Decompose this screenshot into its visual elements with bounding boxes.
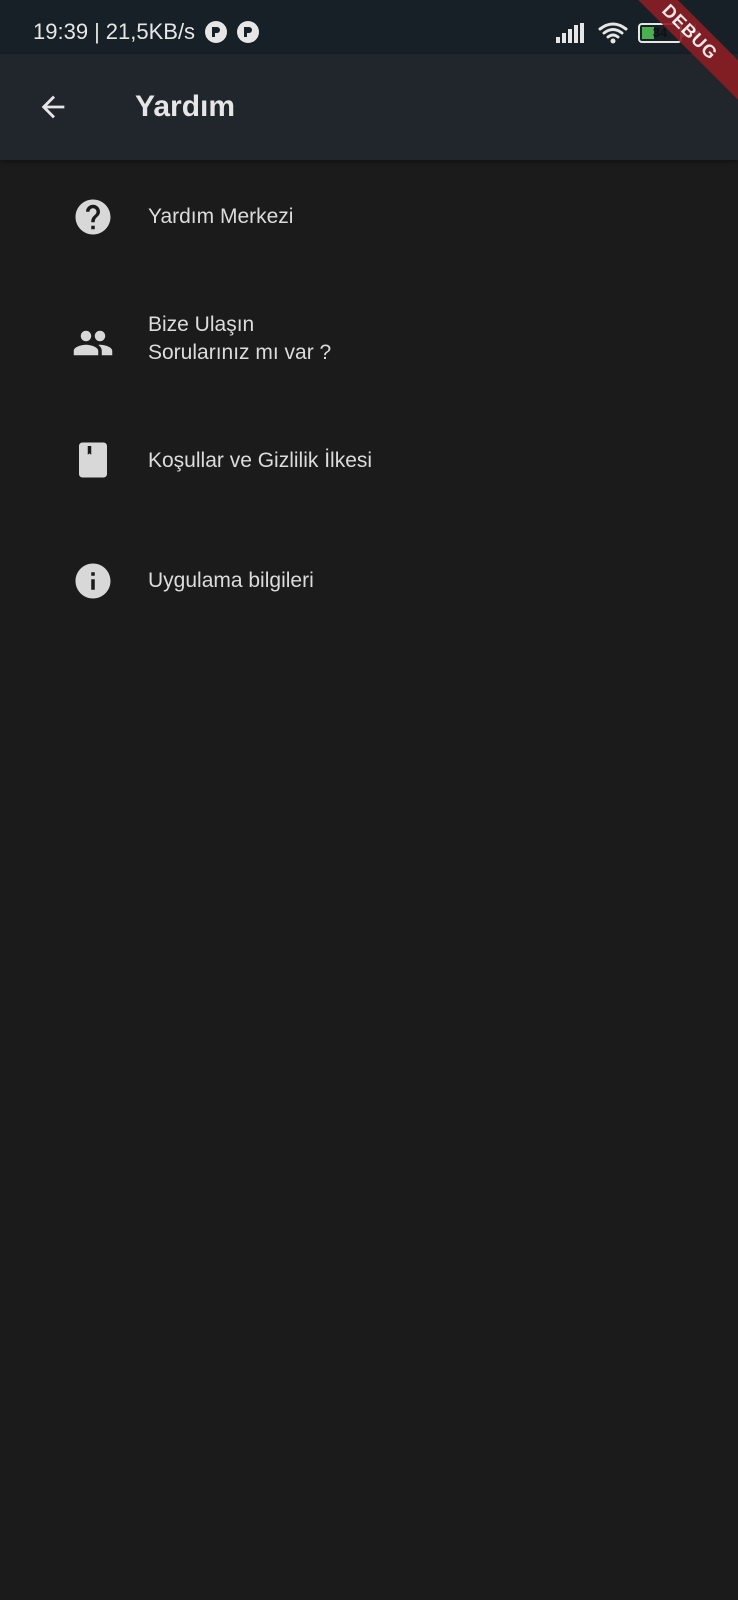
back-button[interactable]	[28, 82, 78, 132]
wifi-icon	[598, 22, 628, 44]
notification-icon	[237, 21, 260, 43]
page-title: Yardım	[135, 90, 236, 123]
menu-item-terms-privacy[interactable]: Koşullar ve Gizlilik İlkesi	[0, 407, 738, 517]
app-bar: Yardım	[0, 54, 738, 160]
status-bar-left: 19:39 | 21,5KB/s	[33, 19, 260, 45]
book-icon	[72, 439, 114, 481]
signal-icon	[556, 23, 586, 43]
help-circle-icon	[72, 196, 114, 238]
menu-item-app-info[interactable]: Uygulama bilgileri	[0, 527, 738, 637]
menu-item-help-center[interactable]: Yardım Merkezi	[0, 160, 738, 270]
menu-item-sublabel: Sorularınız mı var ?	[148, 341, 332, 364]
arrow-back-icon	[41, 95, 65, 119]
info-icon	[72, 560, 114, 602]
menu-item-contact-us[interactable]: Bize Ulaşın Sorularınız mı var ?	[0, 268, 738, 398]
notification-icon	[205, 21, 228, 43]
status-time: 19:39	[33, 19, 89, 44]
status-separator: |	[94, 19, 100, 44]
network-speed: 21,5KB/s	[105, 19, 196, 44]
people-icon	[72, 322, 114, 364]
menu-item-label: Uygulama bilgileri	[148, 569, 314, 592]
status-bar: 19:39 | 21,5KB/s 34	[0, 0, 738, 54]
menu-item-label: Yardım Merkezi	[148, 205, 294, 228]
menu-item-label: Bize Ulaşın	[148, 313, 255, 336]
menu-item-label: Koşullar ve Gizlilik İlkesi	[148, 449, 373, 472]
